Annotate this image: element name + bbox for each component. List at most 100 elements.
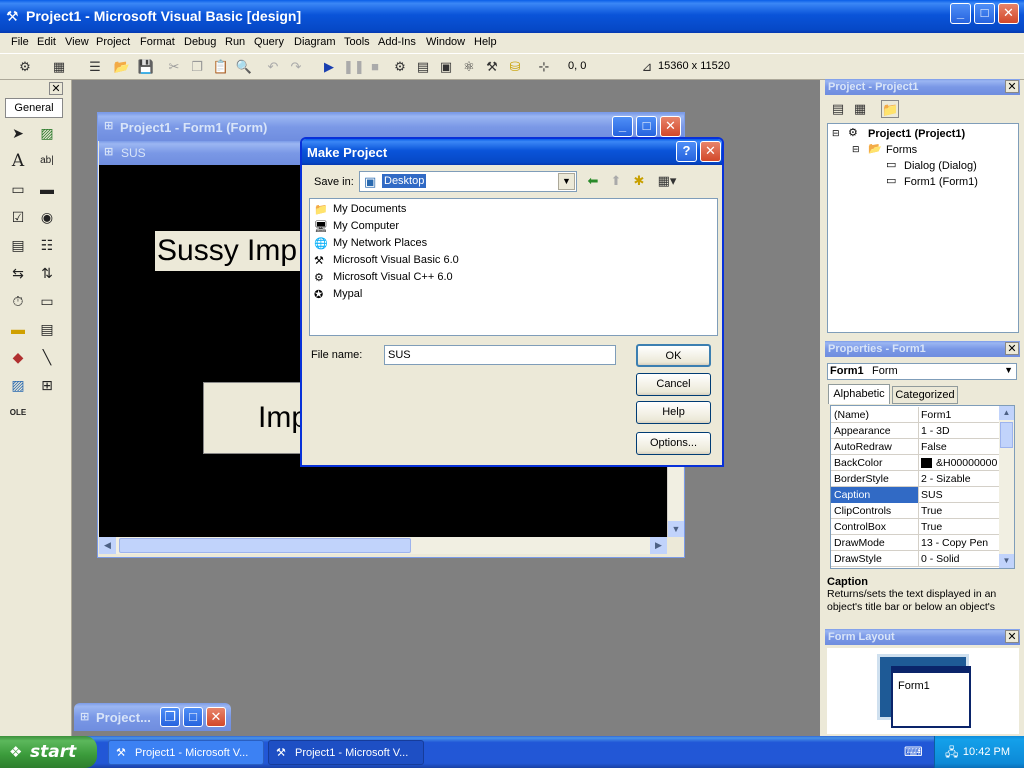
horizontal-scroll-thumb[interactable] [119,538,411,553]
tree-item-form1[interactable]: Form1 (Form1) [904,176,978,188]
property-grid-scrollbar[interactable]: ▲ ▼ [999,406,1014,568]
textbox-icon[interactable]: ab| [36,150,58,172]
toolbox-icon[interactable]: ⚒ [483,58,501,76]
view-object-icon[interactable]: ▦ [851,100,869,118]
image-icon[interactable]: ▨ [7,374,29,396]
data-view-icon[interactable]: ⛁ [506,58,524,76]
view-code-icon[interactable]: ▤ [829,100,847,118]
form-layout-icon[interactable]: ▣ [437,58,455,76]
project-explorer-icon[interactable]: ⚙ [391,58,409,76]
menu-help[interactable]: Help [474,36,497,48]
property-row[interactable]: BackColor &H00000000 [831,455,999,471]
minimized-maximize-button[interactable]: □ [183,707,203,727]
minimized-project-window[interactable]: ⊞ Project... ❐ □ ✕ [74,703,231,731]
toolbox-close-icon[interactable]: ✕ [49,82,63,95]
property-row[interactable]: AutoRedraw False [831,439,999,455]
object-selector-arrow-icon[interactable]: ▼ [1004,365,1013,375]
property-row[interactable]: ClipControls True [831,503,999,519]
combobox-icon[interactable]: ▤ [7,234,29,256]
checkbox-icon[interactable]: ☑ [7,206,29,228]
property-value[interactable]: True [921,503,1001,519]
picturebox-icon[interactable]: ▨ [36,122,58,144]
property-scroll-thumb[interactable] [1000,422,1013,448]
list-item[interactable]: 🖥 My Computer [314,218,399,235]
property-value[interactable]: SUS [921,487,1001,503]
menu-add-ins[interactable]: Add-Ins [378,36,416,48]
clock[interactable]: 10:42 PM [963,746,1010,758]
collapse-icon[interactable]: ⊟ [832,128,840,139]
file-name-input[interactable]: SUS [384,345,616,365]
shape-icon[interactable]: ◆ [7,346,29,368]
form-minimize-button[interactable]: _ [612,116,633,137]
up-folder-icon[interactable]: ⬆ [607,172,625,190]
taskbar-item[interactable]: ⚒ Project1 - Microsoft V... [268,740,424,765]
properties-panel-close-icon[interactable]: ✕ [1005,342,1019,355]
scroll-right-icon[interactable]: ▶ [650,537,667,554]
break-icon[interactable]: ❚❚ [343,58,365,76]
options-button[interactable]: Options... [636,432,711,455]
save-project-icon[interactable]: 💾 [137,58,155,76]
property-row[interactable]: BorderStyle 2 - Sizable [831,471,999,487]
property-row[interactable]: ControlBox True [831,519,999,535]
property-value[interactable]: True [921,519,1001,535]
optionbutton-icon[interactable]: ◉ [36,206,58,228]
list-item[interactable]: ✪ Mypal [314,286,362,303]
pointer-icon[interactable]: ➤ [7,122,29,144]
form1-preview[interactable]: Form1 [891,666,971,728]
cut-icon[interactable]: ✂ [165,58,183,76]
properties-window-icon[interactable]: ▤ [414,58,432,76]
dialog-close-button[interactable]: ✕ [700,141,721,162]
dirlistbox-icon[interactable]: ▬ [7,318,29,340]
property-row[interactable]: DrawMode 13 - Copy Pen [831,535,999,551]
listbox-icon[interactable]: ☷ [36,234,58,256]
toolbox-general-tab[interactable]: General [5,98,63,118]
menu-window[interactable]: Window [426,36,465,48]
taskbar-item[interactable]: ⚒ Project1 - Microsoft V... [108,740,264,765]
scroll-up-icon[interactable]: ▲ [999,406,1014,420]
menu-tools[interactable]: Tools [344,36,370,48]
menu-editor-icon[interactable]: ☰ [86,58,104,76]
scroll-down-icon[interactable]: ▼ [668,521,684,537]
file-list[interactable]: 📁 My Documents 🖥 My Computer 🌐 My Network P… [309,198,718,336]
label-icon[interactable]: A [7,150,29,172]
project-root[interactable]: Project1 (Project1) [868,128,965,140]
list-item[interactable]: ⚙ Microsoft Visual C++ 6.0 [314,269,453,286]
menu-diagram[interactable]: Diagram [294,36,336,48]
ole-icon[interactable]: OLE [7,402,29,424]
property-value[interactable]: 2 - Sizable [921,471,1001,487]
find-icon[interactable]: 🔍 [235,58,253,76]
data-control-icon[interactable]: ⊞ [36,374,58,396]
timer-icon[interactable]: ⏱ [7,290,29,312]
property-value[interactable]: &H00000000 [921,455,1001,471]
property-value[interactable]: Form1 [921,407,1001,423]
scroll-left-icon[interactable]: ◀ [99,537,116,554]
frame-icon[interactable]: ▭ [7,178,29,200]
vscrollbar-icon[interactable]: ⇅ [36,262,58,284]
property-value[interactable]: 1 - 3D [921,423,1001,439]
project-tree[interactable]: ⊟ ⚙ Project1 (Project1) ⊟ 📂 Forms ▭ Dial… [827,123,1019,333]
menu-run[interactable]: Run [225,36,245,48]
minimized-restore-button[interactable]: ❐ [160,707,180,727]
close-button[interactable]: ✕ [998,3,1019,24]
property-value[interactable]: 0 - Solid [921,551,1001,567]
new-folder-icon[interactable]: ✱ [630,172,648,190]
end-icon[interactable]: ■ [366,58,384,76]
open-project-icon[interactable]: 📂 [113,58,131,76]
object-selector[interactable]: Form1 Form ▼ [827,363,1017,380]
cancel-button[interactable]: Cancel [636,373,711,396]
commandbutton-icon[interactable]: ▬ [36,178,58,200]
forms-folder[interactable]: Forms [886,144,917,156]
tab-categorized[interactable]: Categorized [892,386,958,404]
object-browser-icon[interactable]: ⚛ [460,58,478,76]
menu-edit[interactable]: Edit [37,36,56,48]
list-item[interactable]: ⚒ Microsoft Visual Basic 6.0 [314,252,459,269]
form-layout-close-icon[interactable]: ✕ [1005,630,1019,643]
start-icon[interactable]: ▶ [320,58,338,76]
paste-icon[interactable]: 📋 [212,58,230,76]
filelistbox-icon[interactable]: ▤ [36,318,58,340]
hscrollbar-icon[interactable]: ⇆ [7,262,29,284]
scroll-down-icon[interactable]: ▼ [999,554,1014,568]
menu-project[interactable]: Project [96,36,130,48]
menu-file[interactable]: File [11,36,29,48]
minimized-close-button[interactable]: ✕ [206,707,226,727]
